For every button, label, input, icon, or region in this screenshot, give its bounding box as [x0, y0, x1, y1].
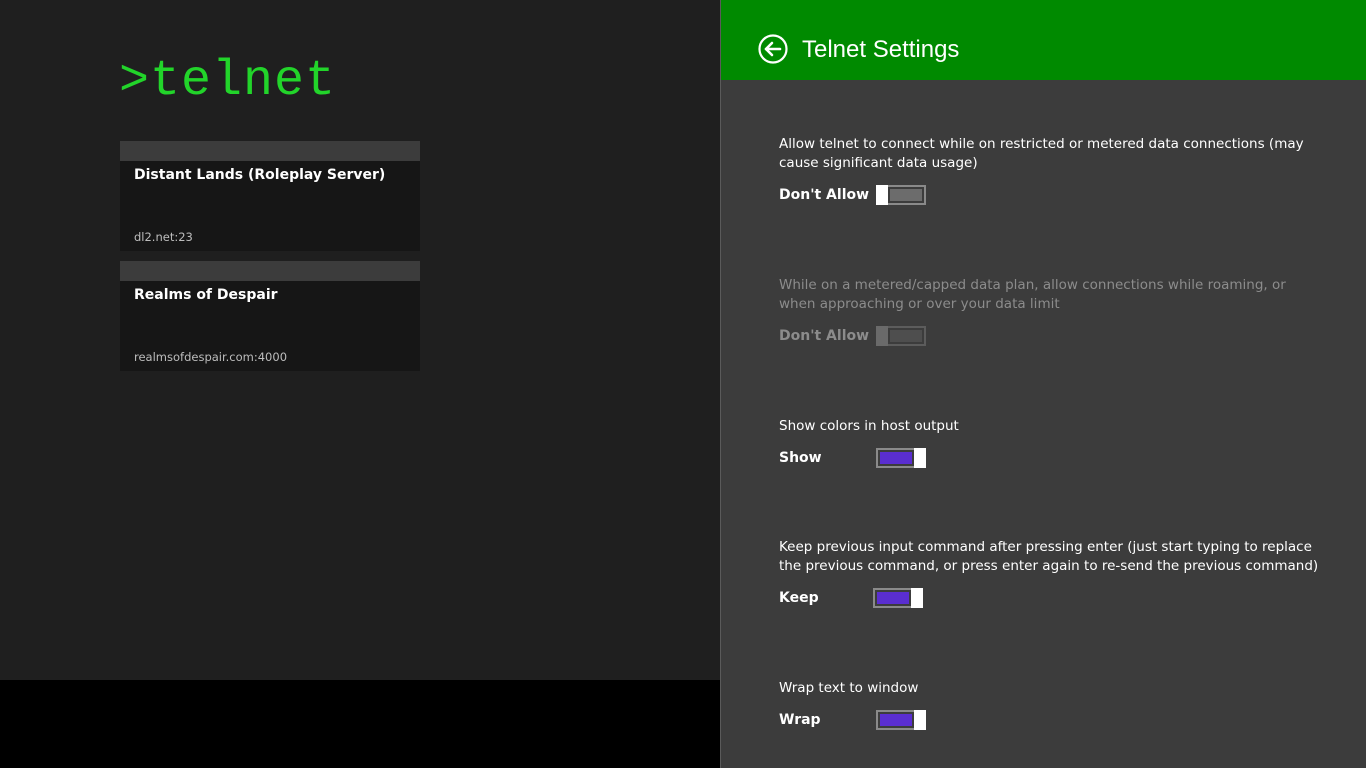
toggle-row: Wrap [779, 710, 1319, 732]
toggle-state-label: Don't Allow [779, 328, 870, 344]
setting-metered-connections: Allow telnet to connect while on restric… [779, 135, 1319, 207]
wrap-text-toggle[interactable] [876, 710, 926, 730]
setting-show-colors: Show colors in host output Show [779, 417, 1319, 470]
main-area: >telnet Distant Lands (Roleplay Server) … [0, 0, 720, 680]
toggle-track [877, 592, 909, 604]
keep-previous-command-toggle[interactable] [873, 588, 923, 608]
tile-header-strip [120, 141, 420, 161]
toggle-track [890, 330, 922, 342]
toggle-state-label: Wrap [779, 712, 821, 728]
setting-keep-previous-command: Keep previous input command after pressi… [779, 538, 1319, 610]
host-name: Distant Lands (Roleplay Server) [134, 167, 386, 183]
host-list: Distant Lands (Roleplay Server) dl2.net:… [120, 141, 420, 381]
toggle-thumb [914, 448, 926, 468]
toggle-track [880, 452, 912, 464]
metered-connections-toggle[interactable] [876, 185, 926, 205]
setting-description: Show colors in host output [779, 418, 959, 434]
setting-roaming-connections: While on a metered/capped data plan, all… [779, 276, 1319, 348]
setting-wrap-text: Wrap text to window Wrap [779, 679, 1319, 732]
bottom-bar [0, 680, 720, 768]
settings-header: Telnet Settings [721, 0, 1366, 80]
toggle-row: Show [779, 448, 1319, 470]
settings-title: Telnet Settings [802, 36, 960, 63]
tile-header-strip [120, 261, 420, 281]
setting-description: Keep previous input command after pressi… [779, 539, 1319, 574]
toggle-thumb [876, 185, 888, 205]
settings-flyout: Telnet Settings Allow telnet to connect … [720, 0, 1366, 768]
setting-description: Allow telnet to connect while on restric… [779, 136, 1304, 171]
roaming-connections-toggle[interactable] [876, 326, 926, 346]
toggle-row: Don't Allow [779, 326, 1319, 348]
toggle-thumb [911, 588, 923, 608]
host-address: realmsofdespair.com:4000 [134, 350, 288, 364]
toggle-state-label: Keep [779, 590, 819, 606]
setting-description: Wrap text to window [779, 680, 919, 696]
toggle-state-label: Don't Allow [779, 187, 870, 203]
back-button[interactable] [758, 34, 788, 64]
app-title: >telnet [119, 53, 337, 110]
toggle-thumb [914, 710, 926, 730]
setting-description: While on a metered/capped data plan, all… [779, 277, 1286, 312]
toggle-state-label: Show [779, 450, 822, 466]
host-name: Realms of Despair [134, 287, 278, 303]
toggle-track [880, 714, 912, 726]
toggle-track [890, 189, 922, 201]
toggle-row: Don't Allow [779, 185, 1319, 207]
back-arrow-circle-icon [758, 34, 788, 64]
toggle-row: Keep [779, 588, 1319, 610]
host-tile[interactable]: Realms of Despair realmsofdespair.com:40… [120, 261, 420, 371]
show-colors-toggle[interactable] [876, 448, 926, 468]
telnet-app: >telnet Distant Lands (Roleplay Server) … [0, 0, 1366, 768]
host-tile[interactable]: Distant Lands (Roleplay Server) dl2.net:… [120, 141, 420, 251]
host-address: dl2.net:23 [134, 230, 193, 244]
toggle-thumb [876, 326, 888, 346]
